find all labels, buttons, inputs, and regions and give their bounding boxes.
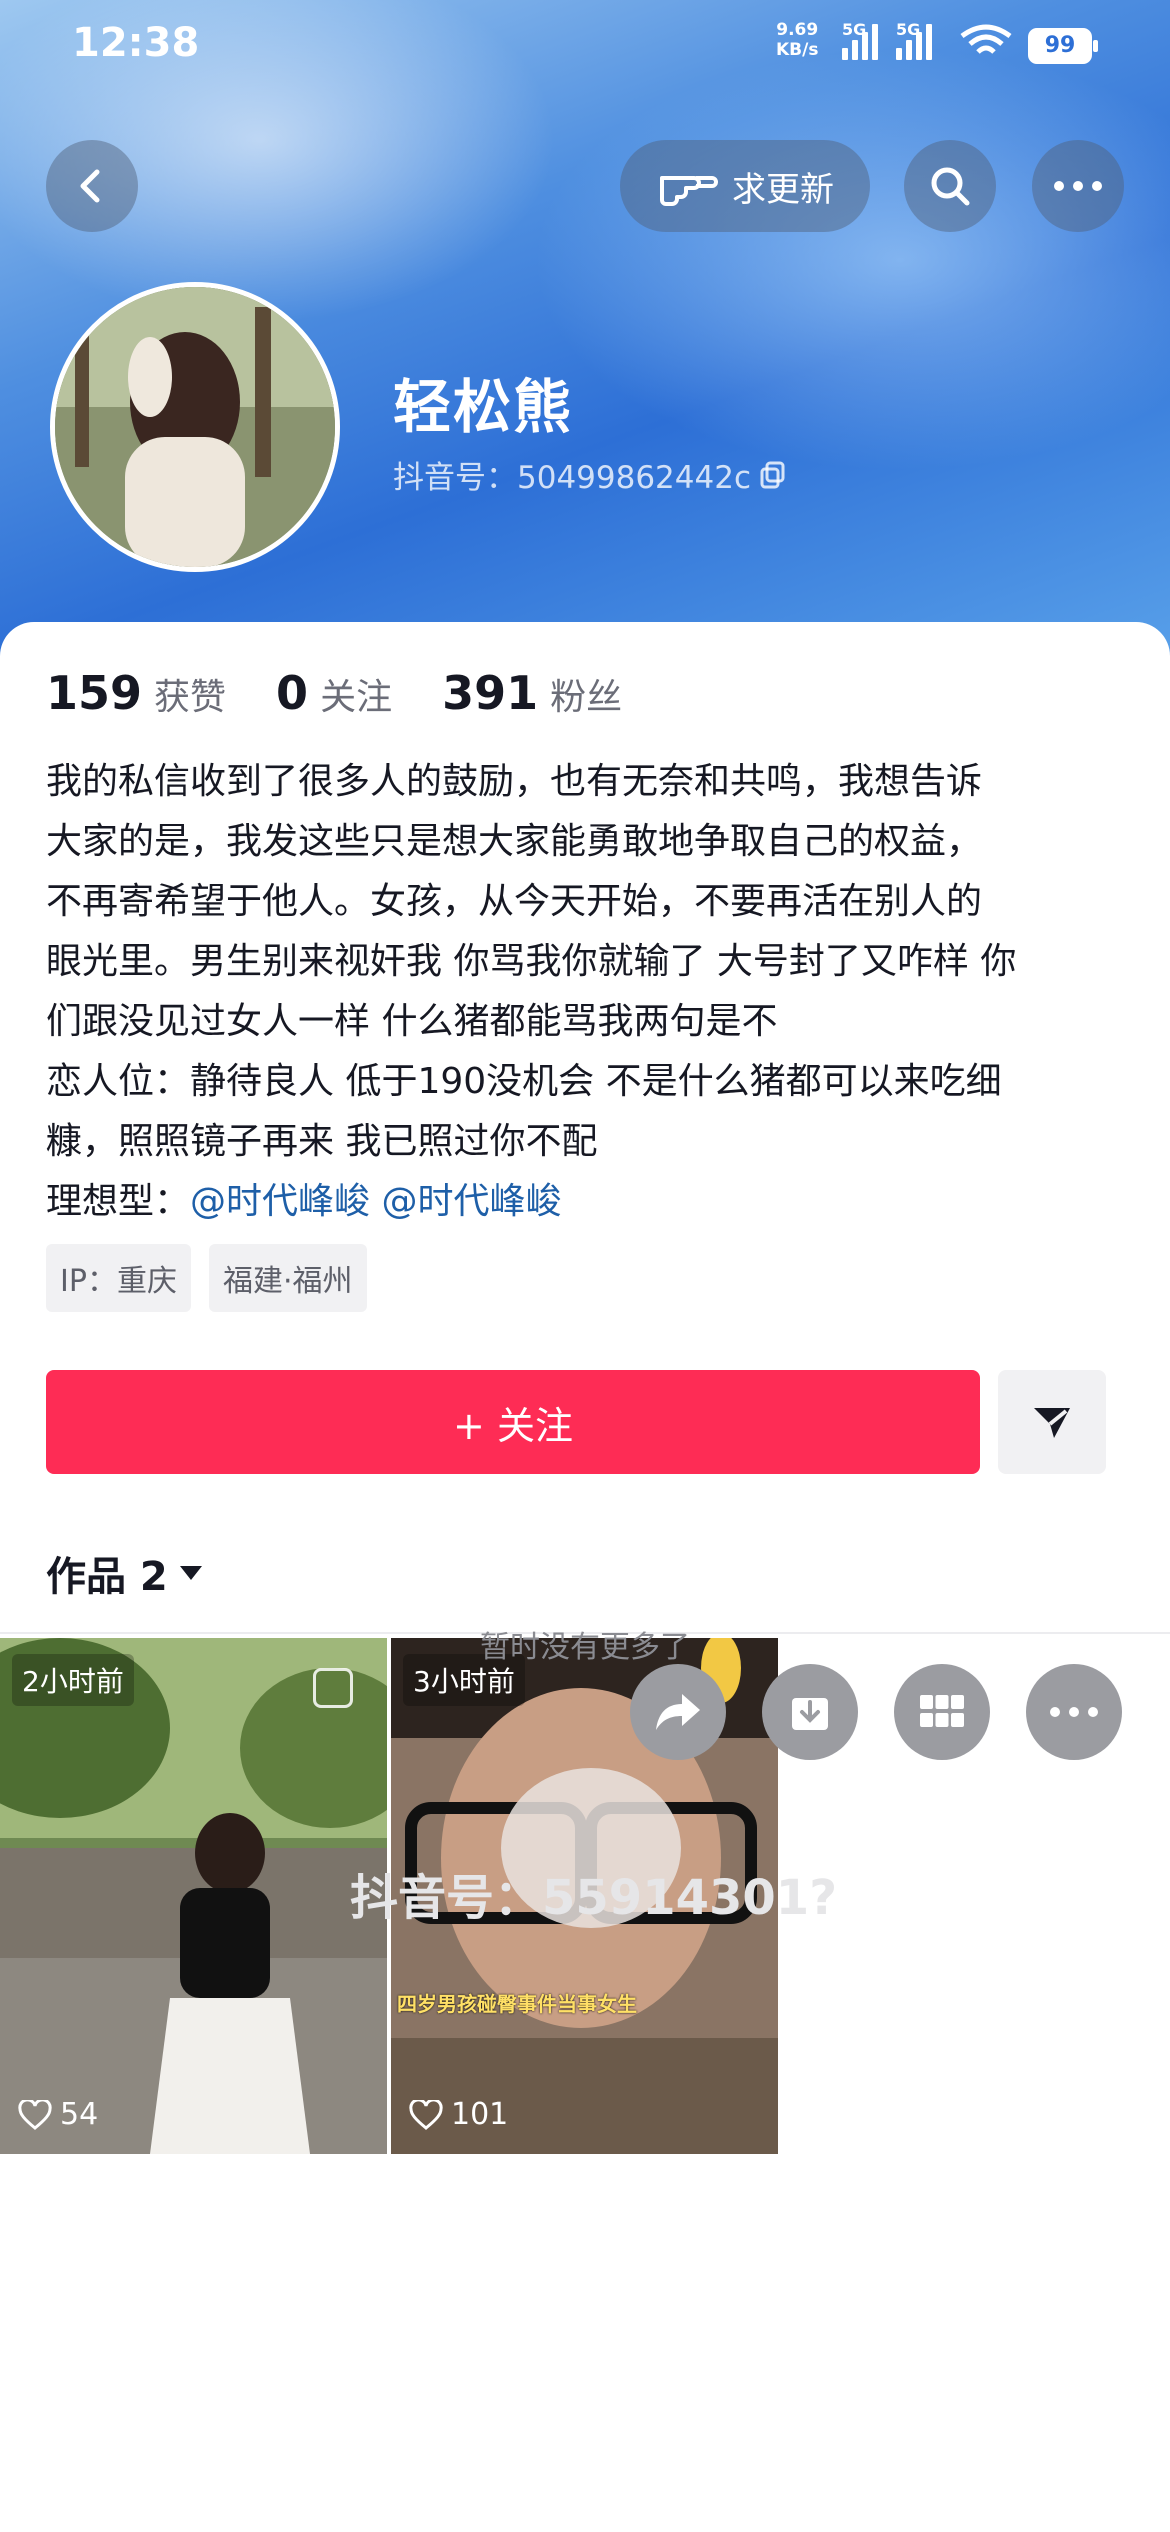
video-likes-count: 54: [60, 2097, 99, 2132]
video-caption: 四岁男孩碰臀事件当事女生: [397, 1992, 637, 2016]
region-tag[interactable]: 福建·福州: [208, 1244, 367, 1312]
bio-line: 糠，照照镜子再来 我已照过你不配: [46, 1121, 598, 1162]
profile-tags: IP：重庆 福建·福州: [46, 1244, 367, 1312]
bio-line: 我的私信收到了很多人的鼓励，也有无奈和共鸣，我想告诉: [46, 761, 983, 802]
following-count[interactable]: 0: [276, 666, 308, 720]
video-cover-image: [0, 1638, 387, 2154]
bio-ideal-line: 理想型：@时代峰峻 @时代峰峻: [46, 1172, 1136, 1232]
avatar-photo: [55, 287, 335, 567]
signal-icon: 5G: [842, 20, 878, 60]
chevron-left-icon: [80, 169, 100, 203]
battery-icon: 99: [1028, 28, 1098, 64]
watermark-text: 抖音号：55914301?: [350, 1870, 838, 1926]
video-likes: 54: [18, 2097, 98, 2132]
caret-down-icon: [179, 1566, 202, 1580]
more-options-button[interactable]: [1026, 1664, 1122, 1760]
search-icon: [931, 167, 970, 206]
status-bar: 12:38 9.69 KB/s 5G 5G 99: [0, 0, 1170, 90]
status-time: 12:38: [72, 20, 200, 66]
message-button[interactable]: [998, 1370, 1106, 1474]
ip-location-tag: IP：重庆: [46, 1244, 191, 1312]
no-more-text: 暂时没有更多了: [480, 1630, 690, 1665]
select-checkbox[interactable]: [313, 1668, 353, 1708]
more-button[interactable]: [1032, 140, 1124, 232]
likes-count[interactable]: 159: [46, 666, 142, 720]
profile-stats: 159 获赞 0 关注 391 粉丝: [46, 666, 672, 720]
tab-works[interactable]: 作品 2: [46, 1544, 204, 1602]
heart-icon: [18, 2099, 52, 2130]
signal-type-1: 5G: [842, 20, 867, 39]
network-speed-value: 9.69: [776, 20, 819, 40]
more-icon: [1050, 1707, 1098, 1717]
request-update-label: 求更新: [732, 169, 834, 210]
profile-card: 159 获赞 0 关注 391 粉丝 我的私信收到了很多人的鼓励，也有无奈和共鸣…: [0, 622, 1170, 2532]
mention-link[interactable]: @时代峰峻: [381, 1181, 561, 1222]
signal-type-2: 5G: [896, 20, 921, 39]
bio-line: 大家的是，我发这些只是想大家能勇敢地争取自己的权益，: [46, 821, 983, 862]
download-icon: [792, 1698, 828, 1730]
download-button[interactable]: [762, 1664, 858, 1760]
share-arrow-icon: [656, 1694, 700, 1730]
bio: 我的私信收到了很多人的鼓励，也有无奈和共鸣，我想告诉 大家的是，我发这些只是想大…: [46, 752, 1136, 1232]
mention-link[interactable]: @时代峰峻: [190, 1181, 370, 1222]
follow-button[interactable]: + 关注: [46, 1370, 980, 1474]
floating-actions: [630, 1664, 1122, 1760]
video-likes: 101: [409, 2097, 508, 2132]
signal-icon-2: 5G: [896, 20, 932, 60]
followers-count[interactable]: 391: [442, 666, 538, 720]
bio-line: 不再寄希望于他人。女孩，从今天开始，不要再活在别人的: [46, 881, 983, 922]
pointing-hand-icon: [660, 176, 718, 206]
bio-line: 恋人位：静待良人 低于190没机会 不是什么猪都可以来吃细: [46, 1061, 1002, 1102]
request-update-button[interactable]: 求更新: [620, 140, 870, 232]
send-icon: [1034, 1408, 1070, 1438]
bio-line: 们跟没见过女人一样 什么猪都能骂我两句是不: [46, 1001, 778, 1042]
wifi-icon: [960, 24, 1012, 54]
following-label: 关注: [320, 677, 393, 718]
profile-name: 轻松熊: [393, 373, 574, 441]
search-button[interactable]: [904, 140, 996, 232]
video-likes-count: 101: [451, 2097, 509, 2132]
more-icon: [1054, 181, 1102, 191]
grid-icon: [920, 1695, 964, 1727]
heart-icon: [409, 2099, 443, 2130]
network-speed-unit: KB/s: [776, 40, 819, 60]
grid-view-button[interactable]: [894, 1664, 990, 1760]
network-speed: 9.69 KB/s: [776, 20, 818, 60]
followers-label: 粉丝: [550, 677, 623, 718]
likes-label: 获赞: [154, 677, 227, 718]
works-tab-label: 作品 2: [46, 1554, 168, 1600]
copy-icon[interactable]: [759, 461, 787, 489]
bio-line: 眼光里。男生别来视奸我 你骂我你就输了 大号封了又咋样 你: [46, 941, 1017, 982]
back-button[interactable]: [46, 140, 138, 232]
avatar[interactable]: [50, 282, 340, 572]
douyin-id[interactable]: 抖音号：50499862442c: [393, 452, 787, 497]
share-button[interactable]: [630, 1664, 726, 1760]
video-thumbnail[interactable]: 2小时前 54: [0, 1638, 387, 2154]
ideal-prefix: 理想型：: [46, 1181, 191, 1222]
douyin-id-text: 抖音号：50499862442c: [393, 460, 751, 496]
